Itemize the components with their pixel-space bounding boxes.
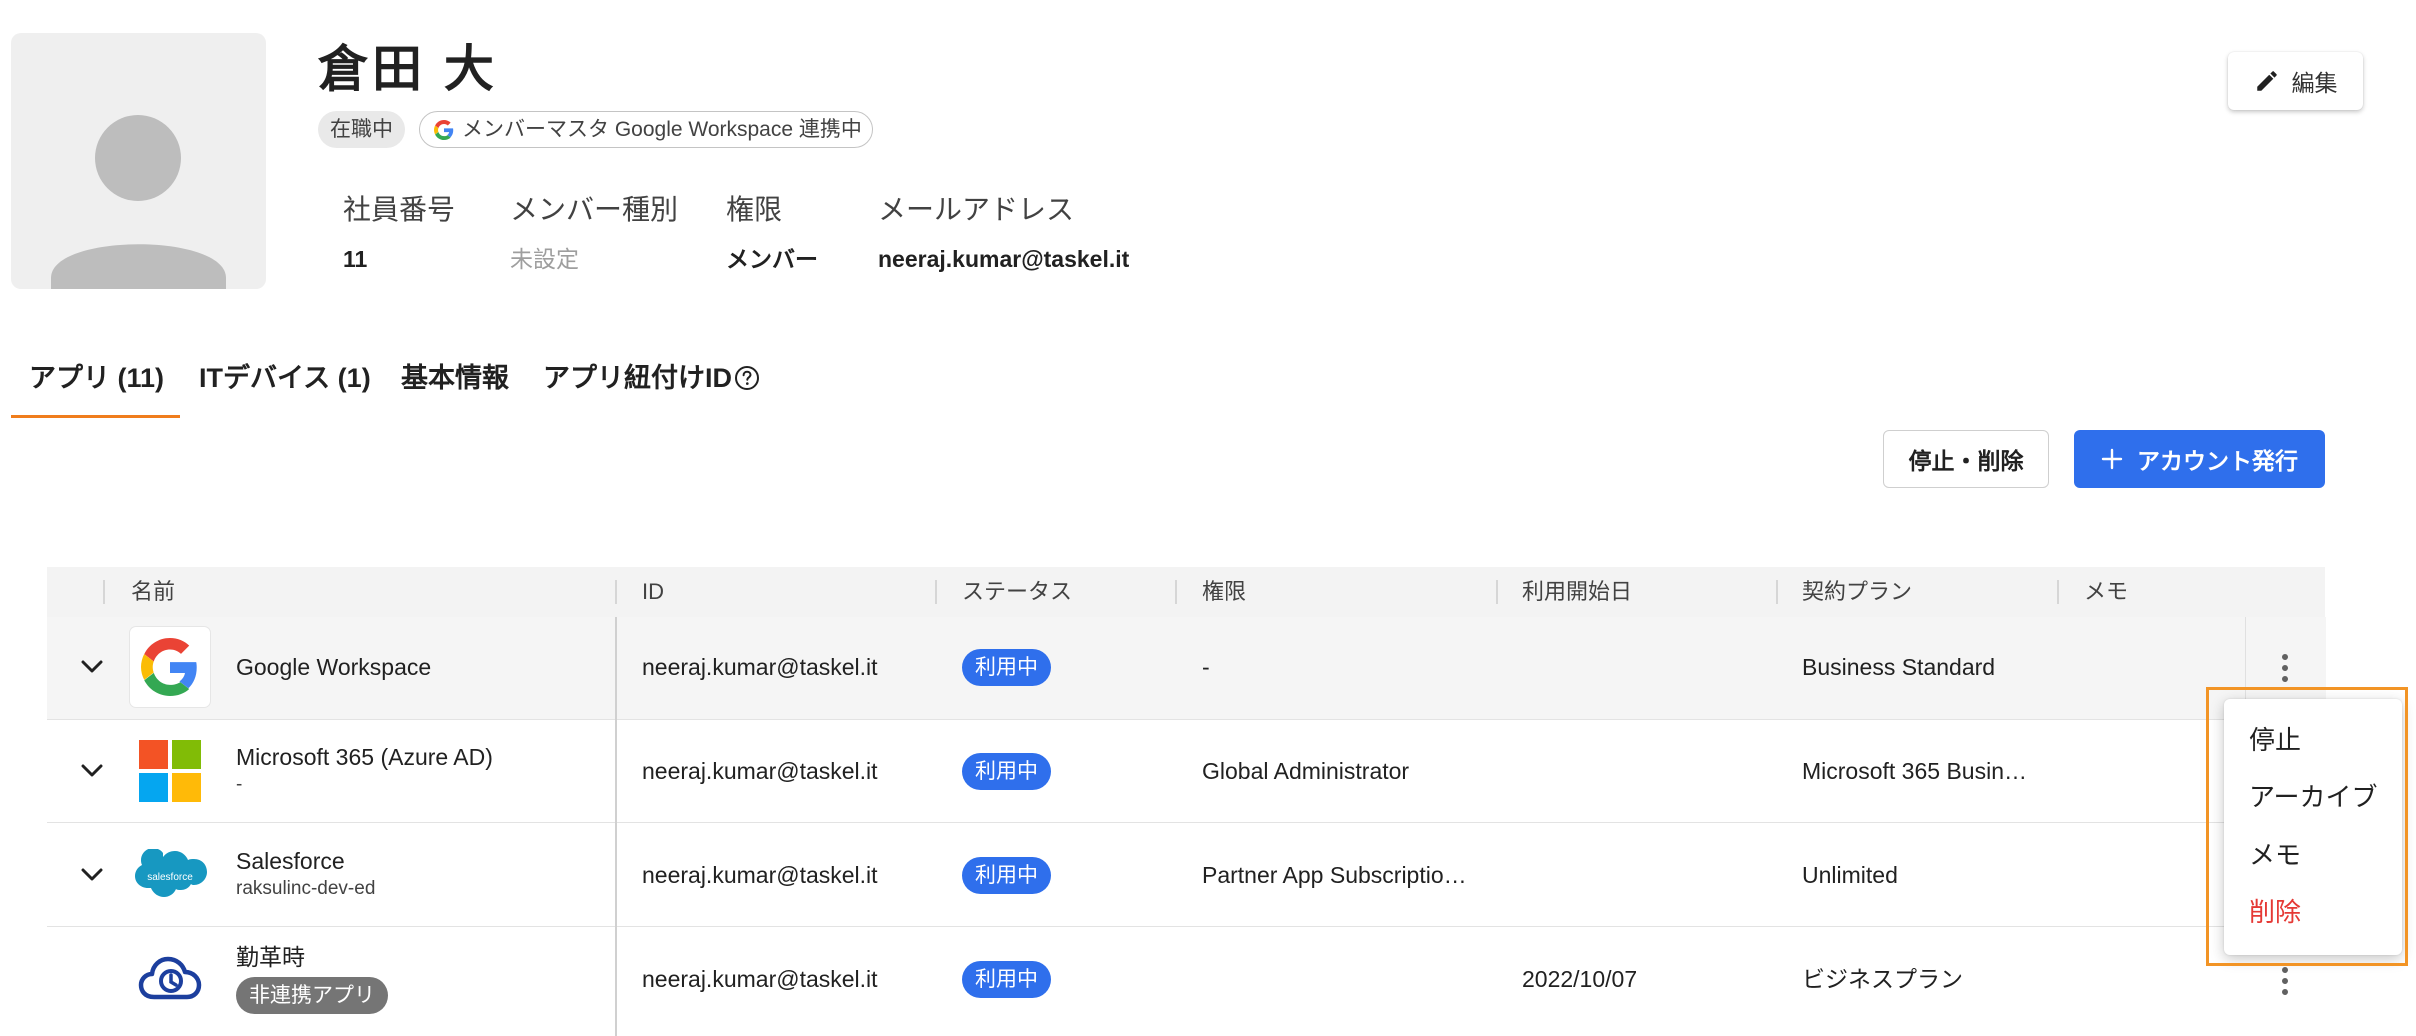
status-badge: 利用中 [962,857,1051,894]
member-type-label: メンバー種別 [510,194,679,225]
status-badge: 利用中 [962,961,1051,998]
role-value: メンバー [726,246,818,272]
issue-account-button[interactable]: アカウント発行 [2074,430,2325,488]
app-name[interactable]: Microsoft 365 (Azure AD) [236,742,493,772]
app-name[interactable]: 勤革時 [236,942,305,972]
microsoft-windows-icon [139,740,201,802]
app-role: Partner App Subscriptio… [1202,862,1467,888]
app-name[interactable]: Salesforce [236,846,345,876]
salesforce-logo-text: salesforce [147,872,193,883]
salesforce-logo: salesforce [130,835,210,915]
salesforce-cloud-icon: salesforce [135,849,207,897]
status-badge: 利用中 [962,649,1051,686]
table-row[interactable] [47,824,2325,927]
employee-number-label: 社員番号 [343,194,456,225]
app-name[interactable]: Google Workspace [236,652,431,682]
employee-number-value: 11 [343,246,368,272]
chevron-down-icon[interactable] [81,764,103,778]
tab-app-link-id[interactable]: アプリ紐付けID [543,360,760,396]
unlinked-app-badge: 非連携アプリ [236,977,388,1014]
column-header-plan[interactable]: 契約プラン [1802,567,1912,617]
column-separator [2057,580,2059,604]
more-vertical-icon[interactable] [2282,653,2288,683]
member-type-value: 未設定 [510,246,579,272]
menu-highlight-frame [2206,687,2408,966]
column-header-name[interactable]: 名前 [131,567,175,617]
contract-plan: ビジネスプラン [1802,966,1963,992]
plus-icon [2101,448,2123,470]
column-separator [1776,580,1778,604]
help-circle-icon[interactable] [734,365,760,391]
frozen-column-divider [615,617,617,1036]
table-row[interactable] [47,927,2325,1030]
more-vertical-icon[interactable] [2282,966,2288,996]
issue-account-label: アカウント発行 [2137,448,2298,474]
cloud-clock-icon [138,956,202,1000]
account-id: neeraj.kumar@taskel.it [642,862,878,888]
menu-item-delete[interactable]: 削除 [2249,895,2301,929]
edit-button-label: 編集 [2291,70,2338,96]
tab-basic-info[interactable]: 基本情報 [401,360,509,396]
email-label: メールアドレス [878,194,1075,225]
google-logo [130,627,210,707]
member-name: 倉田 大 [318,41,498,97]
employment-status-chip: 在職中 [318,111,405,148]
tab-apps[interactable]: アプリ (11) [29,360,164,396]
column-header-status[interactable]: ステータス [962,567,1072,617]
menu-item-archive[interactable]: アーカイブ [2249,780,2377,814]
avatar [11,33,266,289]
menu-item-stop[interactable]: 停止 [2249,723,2301,757]
cloud-clock-logo [130,939,210,1019]
sync-chip-label: メンバーマスタ Google Workspace 連携中 [462,117,862,141]
tab-it-devices[interactable]: ITデバイス (1) [199,360,371,396]
google-g-icon [141,638,197,696]
column-header-memo[interactable]: メモ [2084,567,2128,617]
google-sync-chip: メンバーマスタ Google Workspace 連携中 [419,111,873,148]
person-icon [51,115,226,289]
start-date: 2022/10/07 [1522,966,1638,992]
tab-app-link-id-label: アプリ紐付けID [543,363,732,393]
column-header-start-date[interactable]: 利用開始日 [1522,567,1632,617]
app-role: Global Administrator [1202,758,1410,784]
edit-button[interactable]: 編集 [2228,52,2363,110]
active-tab-indicator [11,415,180,418]
contract-plan: Business Standard [1802,654,1996,680]
column-separator [1496,580,1498,604]
chevron-down-icon[interactable] [81,660,103,674]
account-id: neeraj.kumar@taskel.it [642,966,878,992]
app-subtitle: - [236,774,243,795]
role-label: 権限 [726,194,783,225]
app-subtitle: raksulinc-dev-ed [236,878,376,899]
email-value: neeraj.kumar@taskel.it [878,246,1130,272]
contract-plan: Microsoft 365 Busin… [1802,758,2027,784]
contract-plan: Unlimited [1802,862,1898,888]
status-badge: 利用中 [962,753,1051,790]
stop-delete-button[interactable]: 停止・削除 [1883,430,2049,488]
column-header-id[interactable]: ID [642,567,664,617]
column-separator [1175,580,1177,604]
microsoft-logo [130,731,210,811]
app-role: - [1202,654,1210,680]
menu-item-memo[interactable]: メモ [2249,838,2301,872]
column-separator [103,580,105,604]
column-separator [935,580,937,604]
google-g-icon [434,119,454,140]
column-separator [615,580,617,604]
column-header-role[interactable]: 権限 [1202,567,1246,617]
pencil-icon [2256,71,2277,91]
table-header [47,567,2325,617]
chevron-down-icon[interactable] [81,868,103,882]
account-id: neeraj.kumar@taskel.it [642,654,878,680]
account-id: neeraj.kumar@taskel.it [642,758,878,784]
